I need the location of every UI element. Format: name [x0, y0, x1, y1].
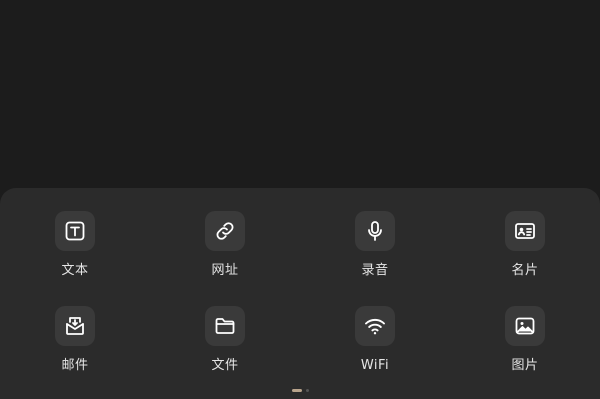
option-file[interactable]: 文件 — [165, 306, 285, 386]
option-business-card[interactable]: 名片 — [465, 211, 585, 291]
microphone-icon — [368, 221, 382, 241]
page-dot-active — [291, 388, 302, 392]
link-icon-tile[interactable] — [205, 211, 245, 251]
option-wifi-label: WiFi — [360, 358, 390, 373]
option-url[interactable]: 网址 — [165, 211, 285, 291]
create-type-sheet: 文本 网址 录音 名片 邮件 文件 WiFi 图片 — [0, 188, 600, 399]
folder-icon — [215, 318, 235, 334]
image-icon-tile[interactable] — [505, 306, 545, 346]
text-icon-tile[interactable] — [55, 211, 95, 251]
content-area — [0, 0, 600, 190]
contact-card-icon-tile[interactable] — [505, 211, 545, 251]
page-indicator — [0, 388, 600, 392]
option-image-label: 图片 — [511, 358, 539, 373]
wifi-icon-tile[interactable] — [355, 306, 395, 346]
wifi-icon — [365, 319, 385, 335]
option-business-card-label: 名片 — [511, 263, 539, 278]
mail-icon — [66, 317, 84, 335]
option-text[interactable]: 文本 — [15, 211, 135, 291]
option-mail-label: 邮件 — [61, 358, 89, 373]
option-recording-label: 录音 — [361, 263, 389, 278]
text-icon — [65, 221, 85, 241]
contact-card-icon — [515, 223, 535, 239]
option-recording[interactable]: 录音 — [315, 211, 435, 291]
image-icon — [515, 317, 535, 335]
option-text-label: 文本 — [61, 263, 89, 278]
page-dot — [305, 388, 309, 392]
mail-icon-tile[interactable] — [55, 306, 95, 346]
microphone-icon-tile[interactable] — [355, 211, 395, 251]
option-image[interactable]: 图片 — [465, 306, 585, 386]
screen: 文本 网址 录音 名片 邮件 文件 WiFi 图片 — [0, 0, 600, 399]
option-file-label: 文件 — [211, 358, 239, 373]
folder-icon-tile[interactable] — [205, 306, 245, 346]
option-url-label: 网址 — [211, 263, 239, 278]
option-wifi[interactable]: WiFi — [315, 306, 435, 386]
link-icon — [216, 222, 234, 240]
option-mail[interactable]: 邮件 — [15, 306, 135, 386]
